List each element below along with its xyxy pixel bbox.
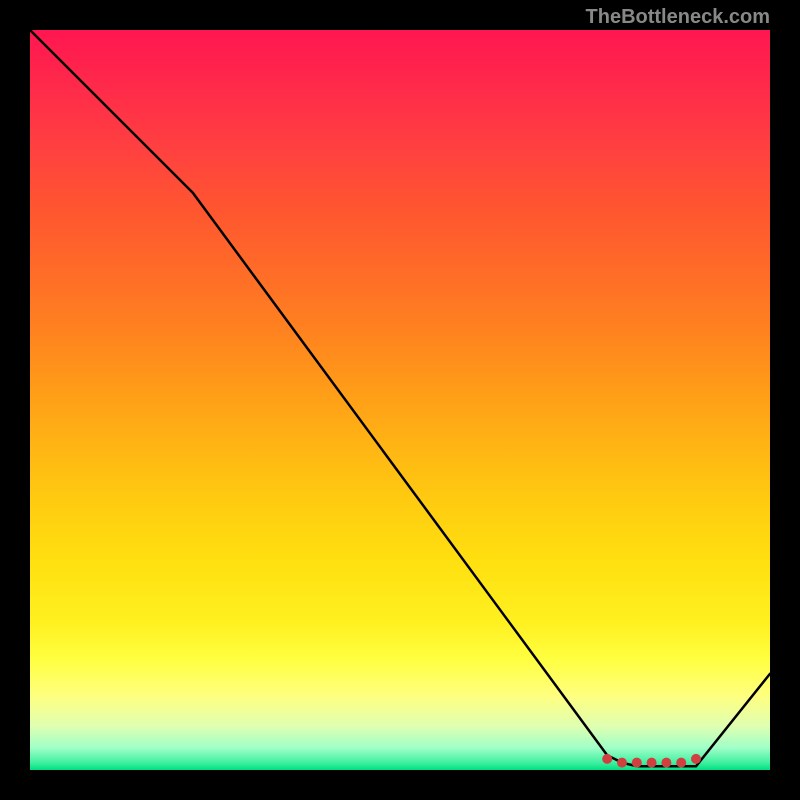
plot-gradient-background — [30, 30, 770, 770]
chart-container: { "attribution": "TheBottleneck.com", "c… — [0, 0, 800, 800]
attribution-text: TheBottleneck.com — [586, 6, 770, 29]
